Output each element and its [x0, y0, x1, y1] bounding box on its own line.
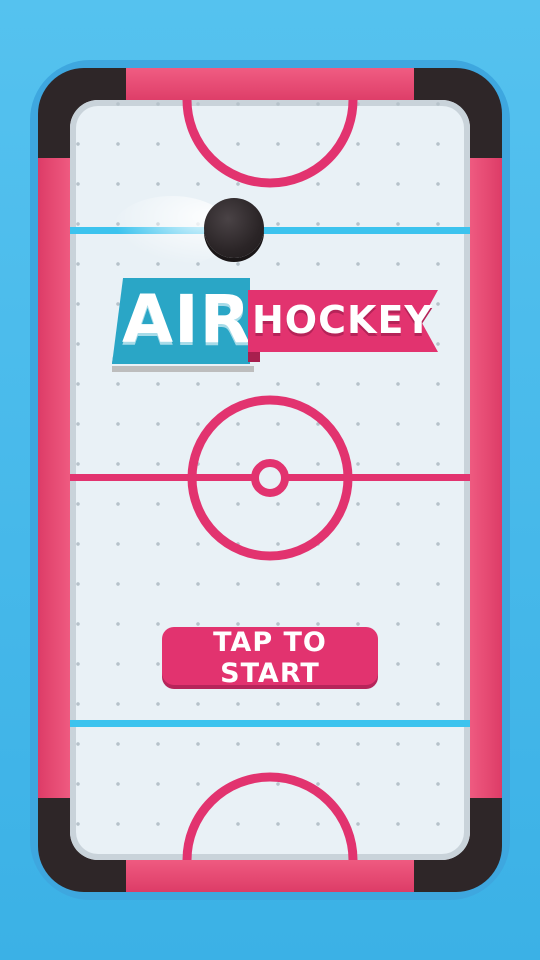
rail-bottom — [126, 858, 414, 892]
top-goal-arc — [182, 100, 358, 188]
bottom-goal-arc — [182, 772, 358, 860]
rail-top — [126, 68, 414, 102]
logo-shadow — [112, 366, 254, 372]
logo-air-text: AIR — [122, 281, 252, 358]
logo-hockey-text: HOCKEY — [252, 298, 433, 342]
bottom-blue-line — [70, 720, 470, 727]
center-dot — [251, 459, 289, 497]
rail-left — [38, 158, 72, 798]
logo-hockey-fold — [248, 352, 260, 362]
tap-to-start-button[interactable]: TAP TO START — [162, 627, 378, 689]
game-logo: AIR HOCKEY — [112, 278, 442, 378]
puck-icon — [204, 198, 264, 258]
rail-right — [468, 158, 502, 798]
